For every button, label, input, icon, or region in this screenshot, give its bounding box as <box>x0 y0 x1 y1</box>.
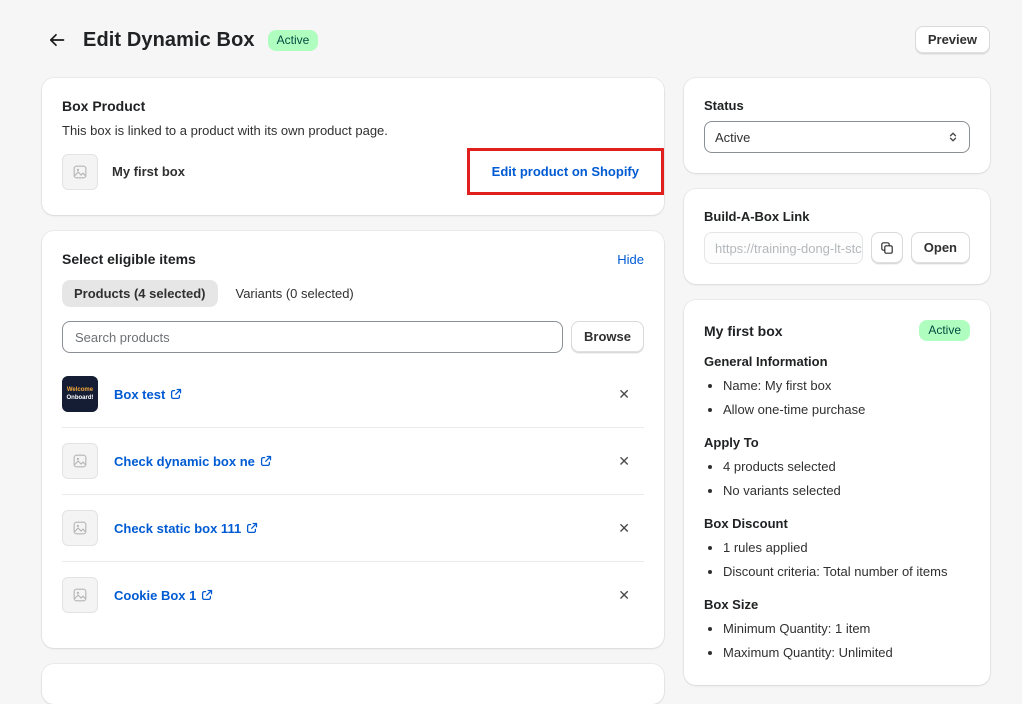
box-summary-card: My first box Active General Information … <box>684 300 990 685</box>
summary-item: 1 rules applied <box>723 536 970 560</box>
edit-product-on-shopify-link[interactable]: Edit product on Shopify <box>492 164 639 179</box>
product-thumbnail: Welcome Onboard! <box>62 376 98 412</box>
topbar: Edit Dynamic Box Active Preview <box>0 0 1022 78</box>
items-tabs: Products (4 selected) Variants (0 select… <box>62 280 644 307</box>
product-list-item: Check dynamic box ne ✕ <box>62 428 644 495</box>
product-link[interactable]: Box test <box>114 387 182 402</box>
external-link-icon <box>246 522 258 534</box>
tab-products[interactable]: Products (4 selected) <box>62 280 218 307</box>
summary-item: Maximum Quantity: Unlimited <box>723 641 970 665</box>
box-product-description: This box is linked to a product with its… <box>62 123 644 138</box>
box-link-input: https://training-dong-lt-stc <box>704 232 863 264</box>
eligible-items-title: Select eligible items <box>62 251 196 267</box>
status-badge: Active <box>268 30 319 51</box>
chevron-updown-icon <box>947 131 959 143</box>
external-link-icon <box>260 455 272 467</box>
summary-status-badge: Active <box>919 320 970 341</box>
search-products-input[interactable] <box>62 321 563 353</box>
thumb-text: Welcome <box>67 387 93 394</box>
product-link[interactable]: Check static box 111 <box>114 521 258 536</box>
summary-item: Minimum Quantity: 1 item <box>723 617 970 641</box>
linked-product-name: My first box <box>112 164 185 179</box>
next-card-partial <box>42 664 664 704</box>
image-placeholder-icon <box>72 520 88 536</box>
page-title: Edit Dynamic Box <box>83 29 255 52</box>
box-product-card: Box Product This box is linked to a prod… <box>42 78 664 215</box>
thumb-text: Onboard! <box>67 395 94 402</box>
product-link[interactable]: Cookie Box 1 <box>114 588 213 603</box>
tab-variants[interactable]: Variants (0 selected) <box>224 280 366 307</box>
product-thumbnail <box>62 510 98 546</box>
content-columns: Box Product This box is linked to a prod… <box>0 78 1022 704</box>
remove-product-button[interactable]: ✕ <box>614 450 634 472</box>
status-card: Status Active <box>684 78 990 173</box>
status-select[interactable]: Active <box>704 121 970 153</box>
product-list-item: Check static box 111 ✕ <box>62 495 644 562</box>
summary-item: Discount criteria: Total number of items <box>723 560 970 584</box>
product-thumbnail <box>62 577 98 613</box>
clipboard-icon <box>880 241 894 255</box>
summary-title: My first box <box>704 323 783 339</box>
image-placeholder-icon <box>72 164 88 180</box>
product-list-item: Welcome Onboard! Box test ✕ <box>62 361 644 428</box>
back-button[interactable] <box>44 27 70 53</box>
product-link[interactable]: Check dynamic box ne <box>114 454 272 469</box>
remove-product-button[interactable]: ✕ <box>614 584 634 606</box>
image-placeholder-icon <box>72 587 88 603</box>
summary-section-box-discount: Box Discount 1 rules applied Discount cr… <box>704 516 970 584</box>
browse-button[interactable]: Browse <box>571 321 644 353</box>
summary-section-box-size: Box Size Minimum Quantity: 1 item Maximu… <box>704 597 970 665</box>
back-arrow-icon <box>47 30 67 50</box>
copy-link-button[interactable] <box>871 232 903 264</box>
summary-item: Allow one-time purchase <box>723 398 970 422</box>
image-placeholder-icon <box>72 453 88 469</box>
product-thumbnail-placeholder <box>62 154 98 190</box>
product-thumbnail <box>62 443 98 479</box>
annotation-rectangle: Edit product on Shopify <box>467 148 664 195</box>
remove-product-button[interactable]: ✕ <box>614 517 634 539</box>
product-list-item: Cookie Box 1 ✕ <box>62 562 644 628</box>
remove-product-button[interactable]: ✕ <box>614 383 634 405</box>
build-a-box-link-card: Build-A-Box Link https://training-dong-l… <box>684 189 990 284</box>
summary-item: 4 products selected <box>723 455 970 479</box>
link-card-title: Build-A-Box Link <box>704 209 970 224</box>
hide-link[interactable]: Hide <box>617 252 644 267</box>
status-card-title: Status <box>704 98 970 113</box>
summary-item: No variants selected <box>723 479 970 503</box>
summary-section-general: General Information Name: My first box A… <box>704 354 970 422</box>
selected-products-list: Welcome Onboard! Box test ✕ <box>62 361 644 628</box>
external-link-icon <box>170 388 182 400</box>
external-link-icon <box>201 589 213 601</box>
status-select-value: Active <box>715 130 750 145</box>
box-product-title: Box Product <box>62 98 644 114</box>
open-link-button[interactable]: Open <box>911 232 970 264</box>
eligible-items-card: Select eligible items Hide Products (4 s… <box>42 231 664 648</box>
summary-item: Name: My first box <box>723 374 970 398</box>
summary-section-apply-to: Apply To 4 products selected No variants… <box>704 435 970 503</box>
preview-button[interactable]: Preview <box>915 26 990 54</box>
